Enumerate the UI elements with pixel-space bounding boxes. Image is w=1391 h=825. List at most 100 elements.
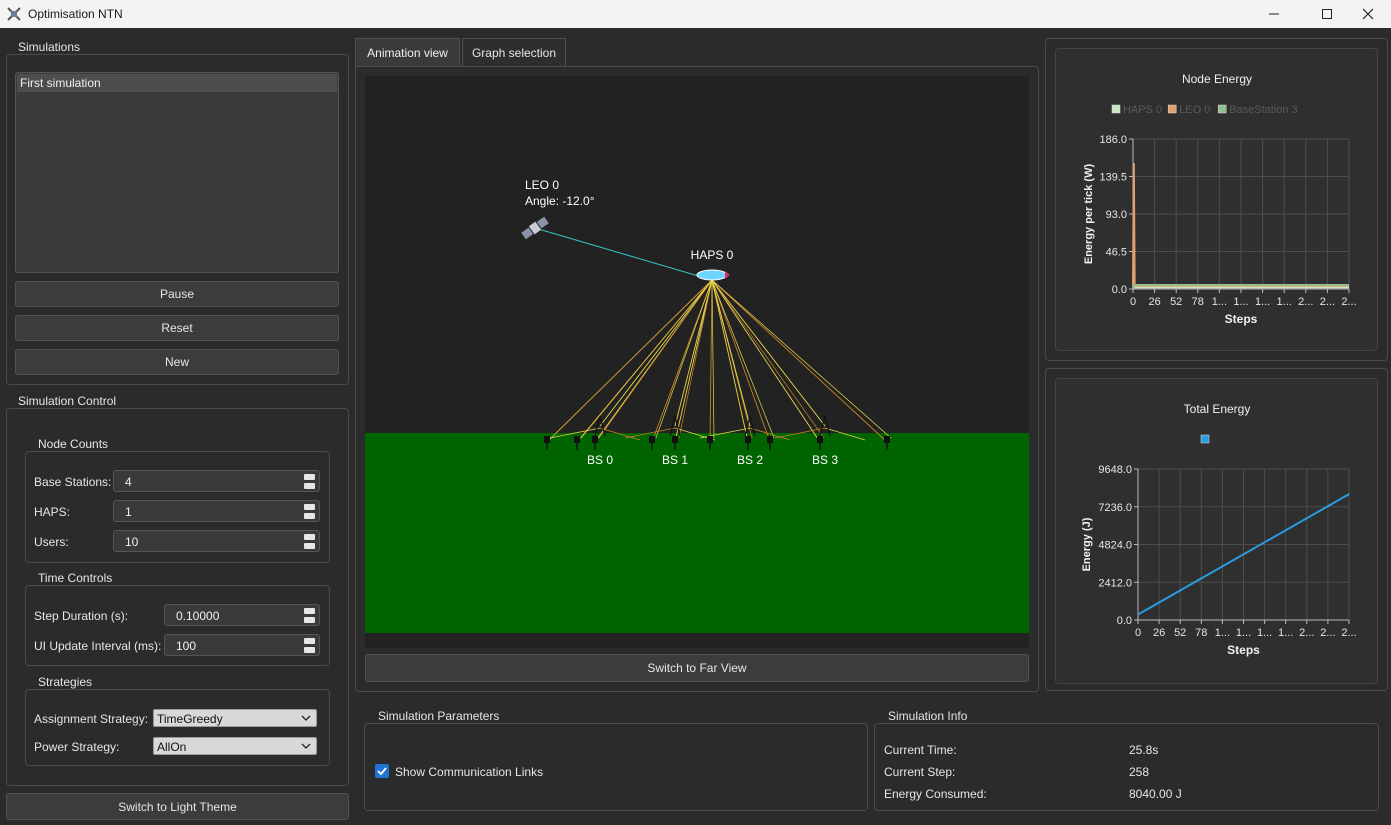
new-button[interactable]: New <box>15 349 339 375</box>
chart-title: Node Energy <box>1182 72 1252 86</box>
x-tick-label: 26 <box>1153 627 1165 639</box>
leo-label: LEO 0 <box>525 178 559 192</box>
time-controls-label: Time Controls <box>38 571 113 585</box>
y-tick-label: 93.0 <box>1106 209 1127 221</box>
user-terminal-icon <box>649 436 655 443</box>
x-tick-label: 52 <box>1170 296 1182 308</box>
simulations-label: Simulations <box>18 40 81 54</box>
x-tick-label: 1... <box>1278 627 1293 639</box>
step-duration-spinbox[interactable]: 0.10000 <box>164 604 320 626</box>
current-step-label: Current Step: <box>884 765 956 779</box>
step-duration-value: 0.10000 <box>176 609 220 623</box>
reset-button[interactable]: Reset <box>15 315 339 341</box>
ui-update-interval-value: 100 <box>176 639 197 653</box>
minimize-icon[interactable] <box>1251 0 1297 28</box>
x-tick-label: 1... <box>1212 296 1227 308</box>
y-tick-label: 9648.0 <box>1098 464 1132 476</box>
x-tick-label: 1... <box>1257 627 1272 639</box>
title-bar: Optimisation NTN <box>0 0 1391 28</box>
x-axis-title: Steps <box>1227 643 1260 657</box>
haps-label: HAPS: <box>34 505 71 519</box>
x-tick-label: 1... <box>1255 296 1270 308</box>
x-tick-label: 2... <box>1341 296 1356 308</box>
users-value: 10 <box>125 535 139 549</box>
base-station-label: BS 2 <box>737 453 763 467</box>
power-strategy-select[interactable]: AllOn <box>153 737 317 755</box>
x-tick-label: 1... <box>1277 296 1292 308</box>
show-links-label[interactable]: Show Communication Links <box>395 765 543 779</box>
switch-view-button[interactable]: Switch to Far View <box>365 654 1029 682</box>
x-tick-label: 52 <box>1174 627 1186 639</box>
legend-label: LEO 0 <box>1179 104 1210 116</box>
ui-update-interval-spinbox[interactable]: 100 <box>164 634 320 656</box>
legend-label: HAPS 0 <box>1123 104 1162 116</box>
legend-marker <box>1217 104 1227 114</box>
y-tick-label: 2412.0 <box>1098 577 1132 589</box>
users-spinbox[interactable]: 10 <box>113 530 320 552</box>
x-tick-label: 2... <box>1320 627 1335 639</box>
y-tick-label: 7236.0 <box>1098 502 1132 514</box>
simulation-parameters-label: Simulation Parameters <box>378 709 500 723</box>
pause-button[interactable]: Pause <box>15 281 339 307</box>
check-icon <box>377 767 387 776</box>
x-tick-label: 78 <box>1192 296 1204 308</box>
current-time-value: 25.8s <box>1129 743 1159 757</box>
haps-label: HAPS 0 <box>691 248 734 262</box>
energy-consumed-label: Energy Consumed: <box>884 787 987 801</box>
user-terminal-icon <box>745 436 751 443</box>
y-tick-label: 0.0 <box>1112 284 1127 296</box>
spin-arrows-icon[interactable] <box>304 608 315 623</box>
user-terminal-icon <box>707 436 713 443</box>
base-stations-value: 4 <box>125 475 132 489</box>
list-item[interactable]: First simulation <box>17 74 337 92</box>
spin-arrows-icon[interactable] <box>304 534 315 549</box>
tab-graph-selection[interactable]: Graph selection <box>462 38 566 67</box>
energy-consumed-value: 8040.00 J <box>1129 787 1182 801</box>
chart-title: Total Energy <box>1184 402 1251 416</box>
legend-marker <box>1111 104 1121 114</box>
base-station-label: BS 0 <box>587 453 613 467</box>
x-tick-label: 1... <box>1233 296 1248 308</box>
assignment-strategy-select[interactable]: TimeGreedy <box>153 709 317 727</box>
user-terminal-icon <box>767 436 773 443</box>
x-tick-label: 2... <box>1320 296 1335 308</box>
current-step-value: 258 <box>1129 765 1150 779</box>
power-strategy-value: AllOn <box>157 740 187 754</box>
total-energy-chart[interactable]: Total Energy 0.0 2412.0 4824.0 7236.0 9648.0 0… <box>1055 378 1378 684</box>
base-station-label: BS 1 <box>662 453 688 467</box>
spin-arrows-icon[interactable] <box>304 474 315 489</box>
simulation-list[interactable]: First simulation <box>15 72 339 273</box>
base-station-label: BS 3 <box>812 453 838 467</box>
x-tick-label: 0 <box>1130 296 1136 308</box>
spin-arrows-icon[interactable] <box>304 638 315 653</box>
strategies-label: Strategies <box>38 675 93 689</box>
haps-icon <box>696 269 728 281</box>
close-icon[interactable] <box>1345 0 1391 28</box>
chevron-down-icon <box>301 743 311 749</box>
user-terminal-icon <box>592 436 598 443</box>
legend-label: BaseStation 3 <box>1229 104 1298 116</box>
window-title: Optimisation NTN <box>28 7 123 21</box>
total-energy-svg: Total Energy 0.0 2412.0 4824.0 7236.0 9648.0 0… <box>1081 402 1357 657</box>
step-duration-label: Step Duration (s): <box>34 609 129 623</box>
x-tick-label: 2... <box>1299 627 1314 639</box>
y-tick-label: 4824.0 <box>1098 540 1132 552</box>
x-tick-label: 0 <box>1135 627 1141 639</box>
x-tick-label: 1... <box>1215 627 1230 639</box>
legend-marker <box>1200 434 1210 444</box>
maximize-icon[interactable] <box>1304 0 1350 28</box>
x-axis-title: Steps <box>1225 312 1258 326</box>
node-energy-chart[interactable]: Node Energy HAPS 0 LEO 0 BaseStation 3 0.0 46… <box>1055 48 1378 351</box>
user-terminal-icon <box>672 436 678 443</box>
y-tick-label: 46.5 <box>1106 247 1127 259</box>
spin-arrows-icon[interactable] <box>304 504 315 519</box>
switch-theme-button[interactable]: Switch to Light Theme <box>6 793 349 820</box>
base-stations-spinbox[interactable]: 4 <box>113 470 320 492</box>
tab-animation-view[interactable]: Animation view <box>355 38 460 67</box>
y-tick-label: 186.0 <box>1099 134 1127 146</box>
x-tick-label: 2... <box>1341 627 1356 639</box>
y-axis-title: Energy (J) <box>1081 517 1093 571</box>
haps-spinbox[interactable]: 1 <box>113 500 320 522</box>
show-links-checkbox[interactable] <box>375 764 389 778</box>
animation-canvas[interactable]: BS 0 BS 1 BS 2 BS 3 HAPS 0 LEO 0 Angle: -12.0° <box>365 76 1029 648</box>
